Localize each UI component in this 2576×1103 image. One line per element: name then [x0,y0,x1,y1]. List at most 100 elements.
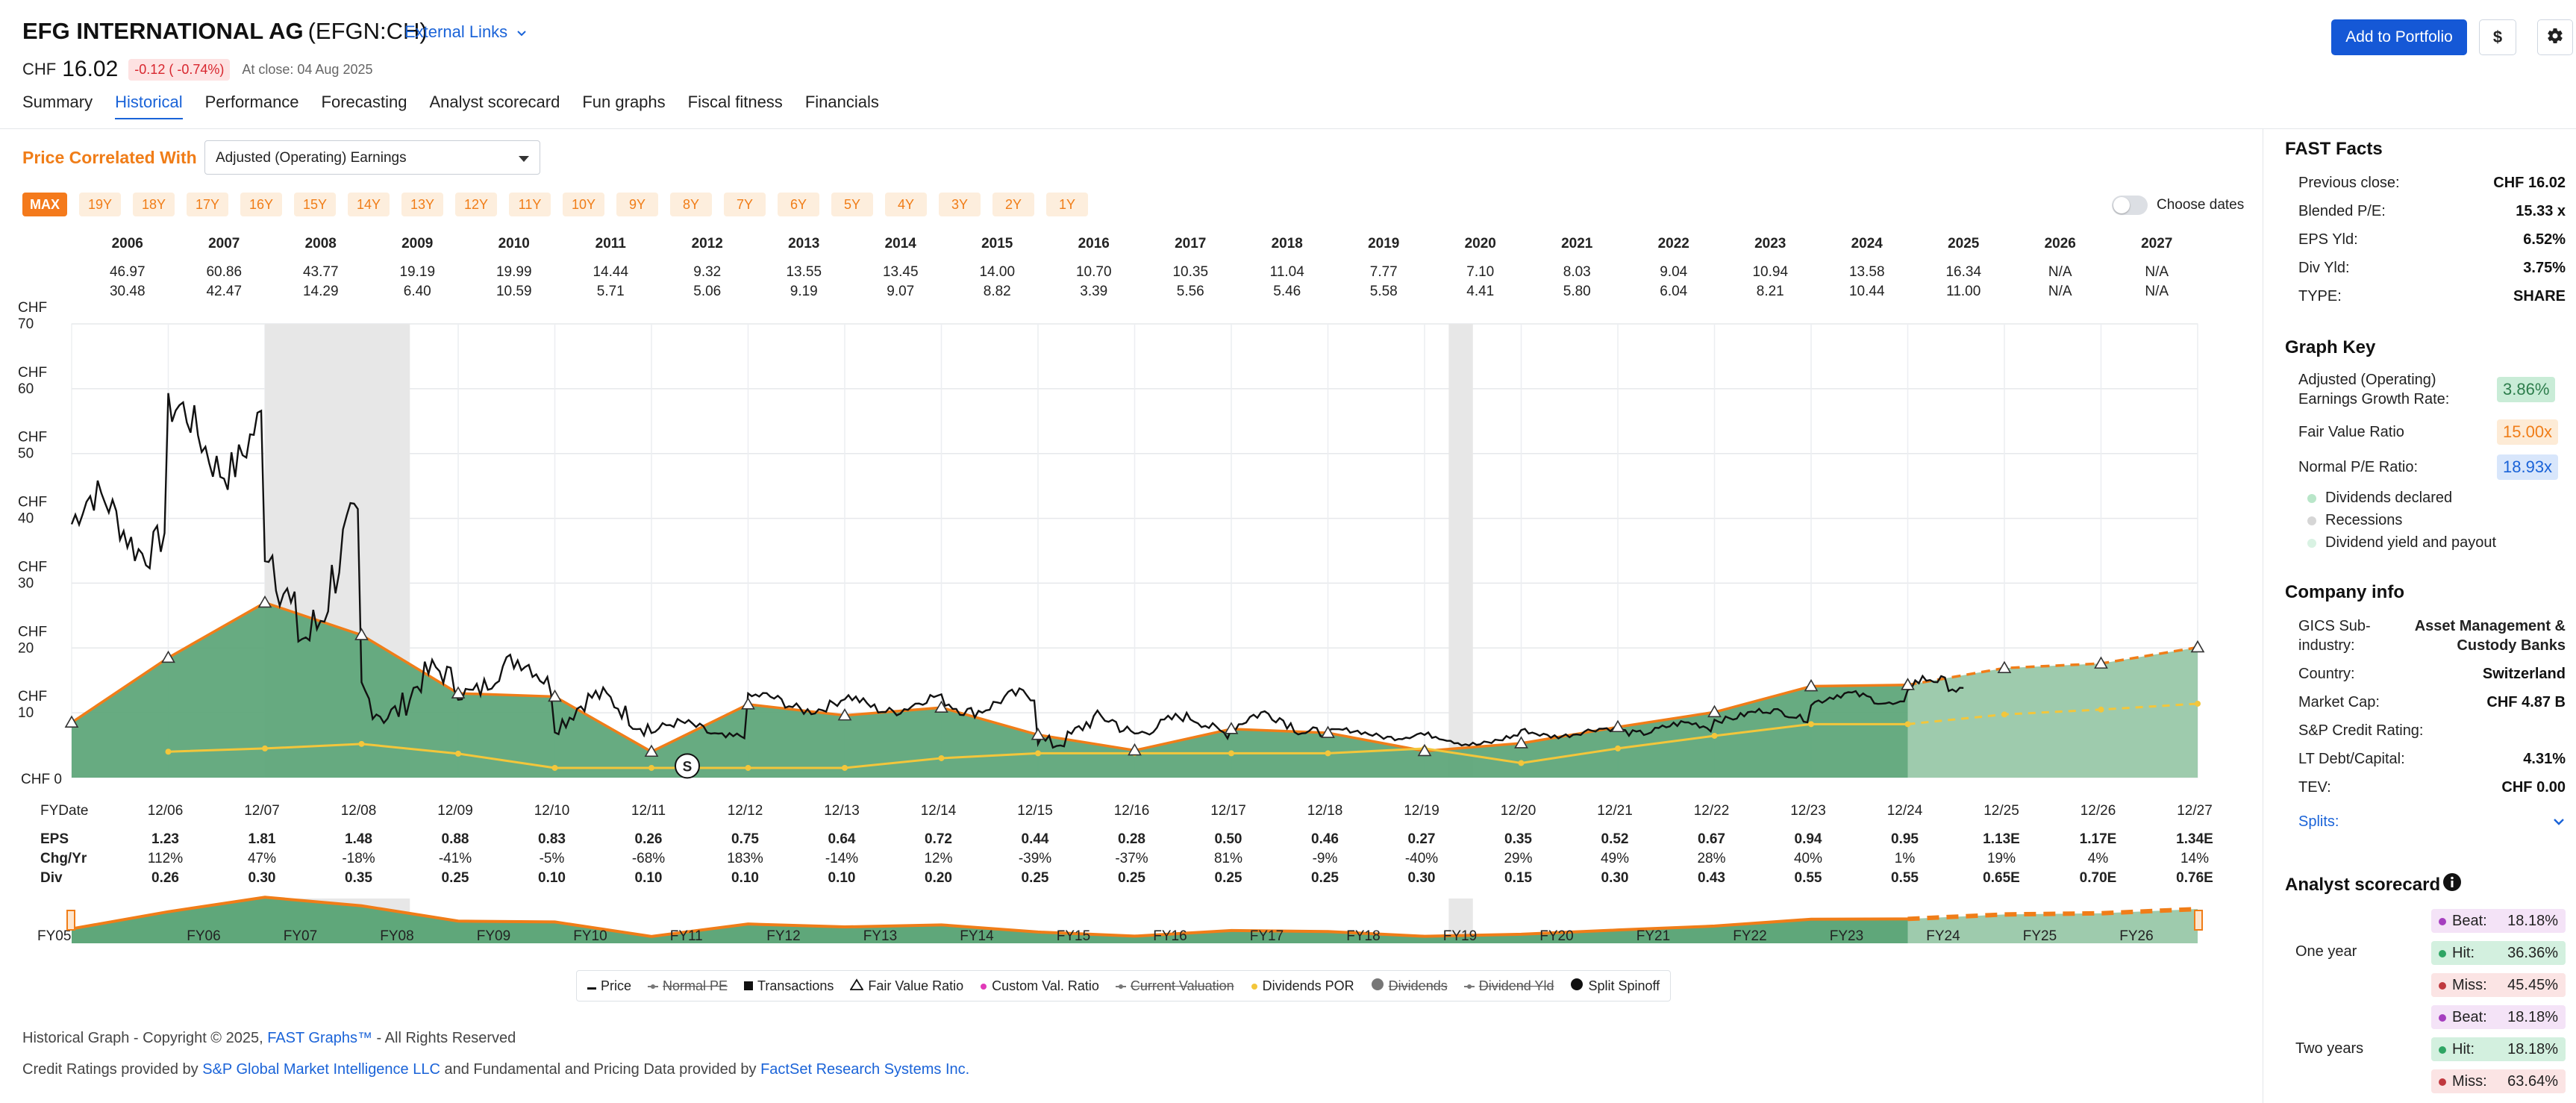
range-3y[interactable]: 3Y [939,193,981,216]
range-4y[interactable]: 4Y [885,193,927,216]
legend-transactions[interactable]: Transactions [744,978,834,994]
legend-label: Dividend Yld [1478,978,1554,993]
legend-marker-icon [1463,978,1475,994]
score-value: 18.18% [2507,1040,2558,1057]
range-14y[interactable]: 14Y [348,193,390,216]
year-high: N/A [2145,264,2169,280]
tab-forecasting[interactable]: Forecasting [322,93,407,119]
year-label: 2022 [1658,236,1689,251]
range-12y[interactable]: 12Y [455,193,497,216]
tab-performance[interactable]: Performance [205,93,299,119]
toggle-switch[interactable] [2112,196,2148,215]
tab-summary[interactable]: Summary [22,93,93,119]
range-8y[interactable]: 8Y [670,193,712,216]
year-high: 9.32 [693,264,721,280]
range-7y[interactable]: 7Y [724,193,766,216]
mini-fy-label: FY07 [284,928,317,944]
range-2y[interactable]: 2Y [992,193,1034,216]
year-low: 9.19 [790,284,818,299]
fy-date: 12/08 [341,803,377,819]
legend-dividends[interactable]: Dividends [1371,978,1448,995]
year-label: 2023 [1754,236,1786,251]
currency-button[interactable]: $ [2479,19,2516,55]
choose-dates-toggle[interactable]: Choose dates [2112,196,2244,215]
range-6y[interactable]: 6Y [778,193,819,216]
legend-dividend-yld[interactable]: Dividend Yld [1463,978,1554,994]
gk-npe-label: Normal P/E Ratio: [2298,459,2419,475]
gk-growth-value: 3.86% [2497,377,2556,402]
dividend-por-point [2001,711,2007,718]
year-high: 11.04 [1270,264,1305,280]
legend-split-spinoff[interactable]: Split Spinoff [1570,978,1660,995]
fy-date: 12/22 [1694,803,1730,819]
add-to-portfolio-button[interactable]: Add to Portfolio [2331,19,2467,55]
legend-normal-pe[interactable]: Normal PE [648,978,728,994]
range-1y[interactable]: 1Y [1046,193,1088,216]
chg-value: -37% [1115,851,1148,866]
splits-toggle[interactable]: Splits: [2298,813,2566,831]
fact-row: Blended P/E: 15.33 x [2298,203,2566,220]
range-10y[interactable]: 10Y [563,193,604,216]
range-9y[interactable]: 9Y [616,193,658,216]
header-divider [0,128,2576,129]
range-16y[interactable]: 16Y [240,193,282,216]
tab-analyst-scorecard[interactable]: Analyst scorecard [430,93,560,119]
range-11y[interactable]: 11Y [509,193,551,216]
year-label: 2024 [1851,236,1883,251]
legend-price[interactable]: Price [587,978,631,994]
info-row: LT Debt/Capital: 4.31% [2298,751,2566,768]
correlation-select[interactable]: Adjusted (Operating) Earnings [204,140,540,175]
fy-date: 12/21 [1597,803,1633,819]
range-max[interactable]: MAX [22,193,67,216]
year-label: 2016 [1078,236,1110,251]
tab-financials[interactable]: Financials [805,93,879,119]
info-row-value: Switzerland [2482,666,2566,682]
legend-dividends-por[interactable]: Dividends POR [1251,978,1354,994]
factset-link[interactable]: FactSet Research Systems Inc. [760,1061,969,1078]
legend-label: Price [601,978,632,993]
legend-marker-icon [1371,978,1384,995]
y-axis-value: 60 [18,381,34,397]
eps-value: 0.44 [1022,831,1049,847]
legend-custom-val-ratio[interactable]: Custom Val. Ratio [980,978,1099,994]
mini-right-handle[interactable] [2194,910,2203,931]
year-low: 5.56 [1177,284,1204,299]
year-label: 2021 [1561,236,1593,251]
sp-global-link[interactable]: S&P Global Market Intelligence LLC [202,1061,440,1078]
fy-date: 12/27 [2177,803,2213,819]
eps-value: 0.88 [442,831,469,847]
year-low: 14.29 [303,284,339,299]
mini-left-handle[interactable] [66,910,75,931]
range-13y[interactable]: 13Y [401,193,443,216]
chg-value: 81% [1214,851,1242,866]
legend-marker-icon [648,978,659,994]
gics-label: GICS Sub- industry: [2298,616,2371,655]
fact-row-label: Div Yld: [2298,260,2350,276]
legend-label: Fair Value Ratio [868,978,964,993]
range-5y[interactable]: 5Y [831,193,873,216]
price-currency: CHF [22,60,57,78]
external-links-dropdown[interactable]: External Links [404,22,527,42]
tab-fun-graphs[interactable]: Fun graphs [582,93,665,119]
info-icon[interactable] [2442,872,2463,896]
tab-historical[interactable]: Historical [115,93,183,119]
chevron-down-icon [516,22,527,41]
div-value: 0.55 [1795,870,1822,886]
range-17y[interactable]: 17Y [187,193,228,216]
fast-graphs-link[interactable]: FAST Graphs™ [267,1030,372,1046]
fy-date: 12/26 [2081,803,2116,819]
range-15y[interactable]: 15Y [294,193,336,216]
dividend-por-point [1808,721,1814,728]
eps-value: 0.64 [828,831,856,847]
legend-fair-value-ratio[interactable]: Fair Value Ratio [849,978,964,994]
company-title: EFG INTERNATIONAL AG (EFGN:CH) [22,18,428,45]
legend-current-valuation[interactable]: Current Valuation [1115,978,1234,994]
range-19y[interactable]: 19Y [79,193,121,216]
mini-fy-label: FY21 [1636,928,1670,944]
year-label: 2018 [1272,236,1303,251]
y-axis-value: 30 [18,575,34,591]
settings-button[interactable] [2537,19,2573,55]
tab-fiscal-fitness[interactable]: Fiscal fitness [688,93,783,119]
range-18y[interactable]: 18Y [133,193,175,216]
chg-value: 12% [924,851,952,866]
